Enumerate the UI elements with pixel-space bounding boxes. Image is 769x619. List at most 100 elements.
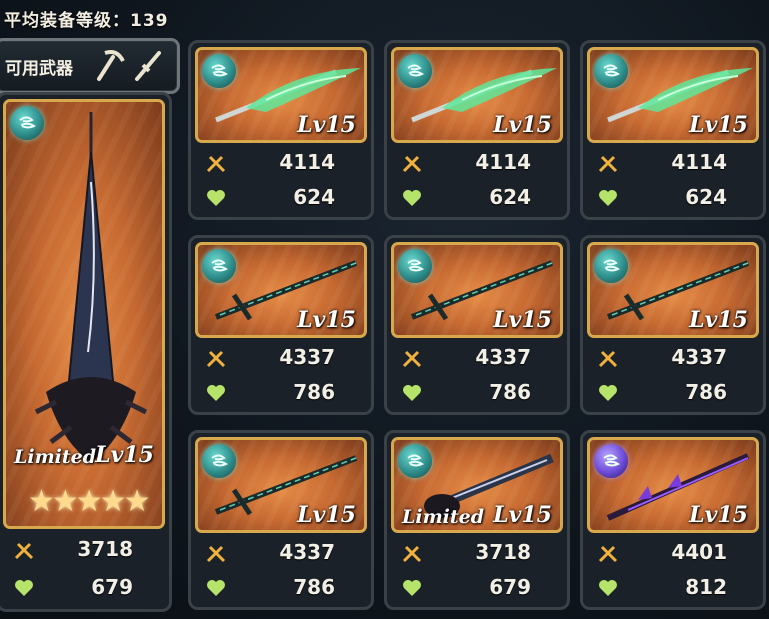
sword-icon (131, 47, 167, 83)
wind-element-icon (398, 54, 432, 88)
wind-element-icon (398, 249, 432, 283)
heart-icon (599, 580, 617, 596)
weapon-art: Lv15 (195, 47, 367, 143)
weapon-level: Lv15 (493, 502, 552, 528)
weapon-card[interactable]: Lv15 4337 786 (188, 235, 374, 415)
limited-badge: Limited (402, 506, 485, 528)
attack-icon (598, 545, 618, 563)
hp-value: 679 (91, 575, 133, 599)
attack-value: 4337 (279, 345, 335, 369)
weapon-art: Lv15 (195, 242, 367, 338)
hp-stat: 786 (583, 376, 763, 410)
attack-icon (598, 155, 618, 173)
tab-label: 可用武器 (5, 58, 73, 79)
weapon-art: Lv15 (391, 242, 563, 338)
heart-icon (403, 190, 421, 206)
limited-badge: Limited (14, 446, 97, 468)
attack-stat: 4337 (191, 536, 371, 570)
hp-value: 786 (489, 380, 531, 404)
rarity-stars: ★★★★★ (28, 484, 150, 519)
attack-value: 4114 (475, 150, 531, 174)
attack-stat: 4337 (191, 341, 371, 375)
hp-stat: 624 (191, 181, 371, 215)
hp-stat: 812 (583, 571, 763, 605)
attack-value: 4114 (671, 150, 727, 174)
heart-icon (207, 190, 225, 206)
weapon-art: Lv15 (587, 242, 759, 338)
attack-stat: 4401 (583, 536, 763, 570)
attack-stat: 4337 (583, 341, 763, 375)
attack-stat: 4114 (191, 146, 371, 180)
weapon-card[interactable]: Lv15 4114 624 (580, 40, 766, 220)
attack-value: 3718 (475, 540, 531, 564)
average-equipment-level: 平均装备等级：139 (4, 11, 169, 31)
heart-icon (599, 190, 617, 206)
weapon-art: Lv15 (587, 47, 759, 143)
wind-element-icon (202, 444, 236, 478)
wind-element-icon (10, 106, 44, 140)
hp-value: 786 (685, 380, 727, 404)
hp-value: 786 (293, 380, 335, 404)
attack-icon (206, 350, 226, 368)
weapon-level: Lv15 (689, 502, 748, 528)
attack-stat: 4337 (387, 341, 567, 375)
wind-element-icon (594, 249, 628, 283)
hp-stat: 679 (387, 571, 567, 605)
weapon-level: Lv15 (493, 112, 552, 138)
attack-icon (402, 155, 422, 173)
attack-value: 4337 (279, 540, 335, 564)
weapon-card[interactable]: Lv15 4114 624 (384, 40, 570, 220)
weapon-level: Lv15 (297, 112, 356, 138)
heart-icon (15, 580, 33, 596)
hp-value: 624 (685, 185, 727, 209)
available-weapons-tab[interactable]: 可用武器 (0, 38, 180, 94)
attack-stat: 3718 (0, 533, 169, 567)
wind-element-icon (398, 444, 432, 478)
featured-weapon-card[interactable]: ★★★★★ Limited Lv15 3718 679 (0, 92, 172, 612)
attack-stat: 3718 (387, 536, 567, 570)
hp-stat: 624 (583, 181, 763, 215)
featured-weapon-art: ★★★★★ Limited Lv15 (3, 99, 165, 529)
attack-icon (402, 545, 422, 563)
attack-icon (598, 350, 618, 368)
weapon-level: Lv15 (95, 442, 154, 468)
attack-icon (14, 542, 34, 560)
weapon-level: Lv15 (493, 307, 552, 333)
hp-value: 679 (489, 575, 531, 599)
weapon-level: Lv15 (297, 307, 356, 333)
wind-element-icon (202, 249, 236, 283)
weapon-level: Lv15 (689, 307, 748, 333)
hp-stat: 786 (191, 376, 371, 410)
dark-element-icon (594, 444, 628, 478)
heart-icon (599, 385, 617, 401)
heart-icon (403, 580, 421, 596)
hp-value: 812 (685, 575, 727, 599)
weapon-art: Lv15 (587, 437, 759, 533)
weapon-card[interactable]: Lv15 4114 624 (188, 40, 374, 220)
weapon-card[interactable]: Lv15 4337 786 (580, 235, 766, 415)
weapon-card[interactable]: Lv15 4401 812 (580, 430, 766, 610)
heart-icon (207, 385, 225, 401)
attack-value: 4114 (279, 150, 335, 174)
wind-element-icon (202, 54, 236, 88)
attack-icon (206, 545, 226, 563)
weapon-card[interactable]: Lv15 4337 786 (188, 430, 374, 610)
hp-value: 624 (489, 185, 531, 209)
attack-stat: 4114 (387, 146, 567, 180)
weapon-level: Lv15 (689, 112, 748, 138)
weapon-art: Lv15 (391, 47, 563, 143)
wind-element-icon (594, 54, 628, 88)
lance-weapon-image (34, 112, 148, 462)
pickaxe-icon (91, 47, 127, 83)
heart-icon (403, 385, 421, 401)
attack-stat: 4114 (583, 146, 763, 180)
attack-value: 3718 (77, 537, 133, 561)
weapon-card[interactable]: Lv15 4337 786 (384, 235, 570, 415)
weapon-card[interactable]: Limited Lv15 3718 679 (384, 430, 570, 610)
hp-stat: 786 (387, 376, 567, 410)
heart-icon (207, 580, 225, 596)
hp-value: 786 (293, 575, 335, 599)
attack-icon (402, 350, 422, 368)
attack-value: 4401 (671, 540, 727, 564)
attack-icon (206, 155, 226, 173)
